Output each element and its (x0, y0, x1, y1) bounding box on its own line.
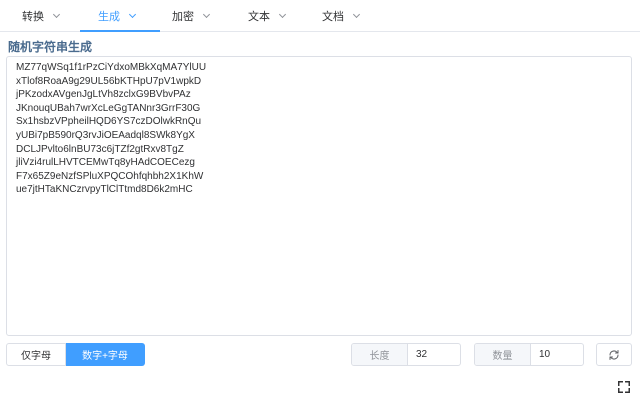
chevron-down-icon (202, 10, 211, 19)
output-line: xTlof8RoaA9g29UL56bKTHpU7pV1wpkD (16, 75, 202, 87)
top-nav: 转换 生成 加密 文本 文档 (0, 0, 640, 32)
active-tab-indicator (80, 30, 160, 32)
chevron-down-icon (352, 10, 361, 19)
output-line: MZ77qWSq1f1rPzCiYdxoMBkXqMA7YlUU (16, 62, 207, 73)
tab-generate-label: 生成 (98, 11, 120, 23)
output-line: jPKzodxAVgenJgLtVh8zclxG9BVbvPAz (16, 89, 191, 101)
alnum-button[interactable]: 数字+字母 (66, 343, 145, 366)
output-line: F7x65Z9eNzfSPluXPQCOhfqhbh2X1KhW (16, 170, 204, 182)
tab-convert[interactable]: 转换 (22, 0, 61, 32)
tab-encrypt[interactable]: 加密 (172, 0, 211, 32)
output-line: Sx1hsbzVPpheilHQD6YS7czDOlwkRnQu (16, 116, 202, 128)
output-line: yUBi7pB590rQ3rvJiOEAadql8SWk8YgX (16, 129, 195, 141)
tab-convert-label: 转换 (22, 11, 44, 23)
fullscreen-icon (618, 381, 630, 393)
output-line: JKnouqUBah7wrXcLeGgTANnr3GrrF30G (16, 102, 201, 114)
output-line: ue7jtHTaKNCzrvpyTlClTtmd8D6k2mHC (16, 184, 193, 196)
length-input[interactable]: 32 (408, 344, 460, 365)
tab-encrypt-label: 加密 (172, 11, 194, 23)
charset-button-group: 仅字母 数字+字母 (6, 343, 145, 366)
fullscreen-button[interactable] (616, 379, 632, 395)
tab-document[interactable]: 文档 (322, 0, 361, 32)
refresh-button[interactable] (596, 343, 632, 366)
tab-generate[interactable]: 生成 (98, 0, 137, 32)
tab-text-label: 文本 (248, 11, 270, 23)
refresh-icon (609, 349, 619, 360)
tab-document-label: 文档 (322, 11, 344, 23)
count-label: 数量 (475, 344, 531, 365)
length-label: 长度 (352, 344, 408, 365)
chevron-down-icon (52, 10, 61, 19)
output-textarea[interactable]: MZ77qWSq1f1rPzCiYdxoMBkXqMA7YlUU xTlof8R… (6, 56, 632, 336)
tab-text[interactable]: 文本 (248, 0, 287, 32)
output-line: DCLJPvlto6lnBU73c6jTZf2gtRxv8TgZ (16, 143, 184, 155)
chevron-down-icon (128, 10, 137, 19)
output-line: jliVzi4rulLHVTCEMwTq8yHAdCOECezg (16, 157, 195, 169)
page-title: 随机字符串生成 (8, 40, 93, 54)
count-input[interactable]: 10 (531, 344, 583, 365)
chevron-down-icon (278, 10, 287, 19)
letters-only-button[interactable]: 仅字母 (6, 343, 66, 366)
length-field: 长度 32 (351, 343, 461, 366)
count-field: 数量 10 (474, 343, 584, 366)
